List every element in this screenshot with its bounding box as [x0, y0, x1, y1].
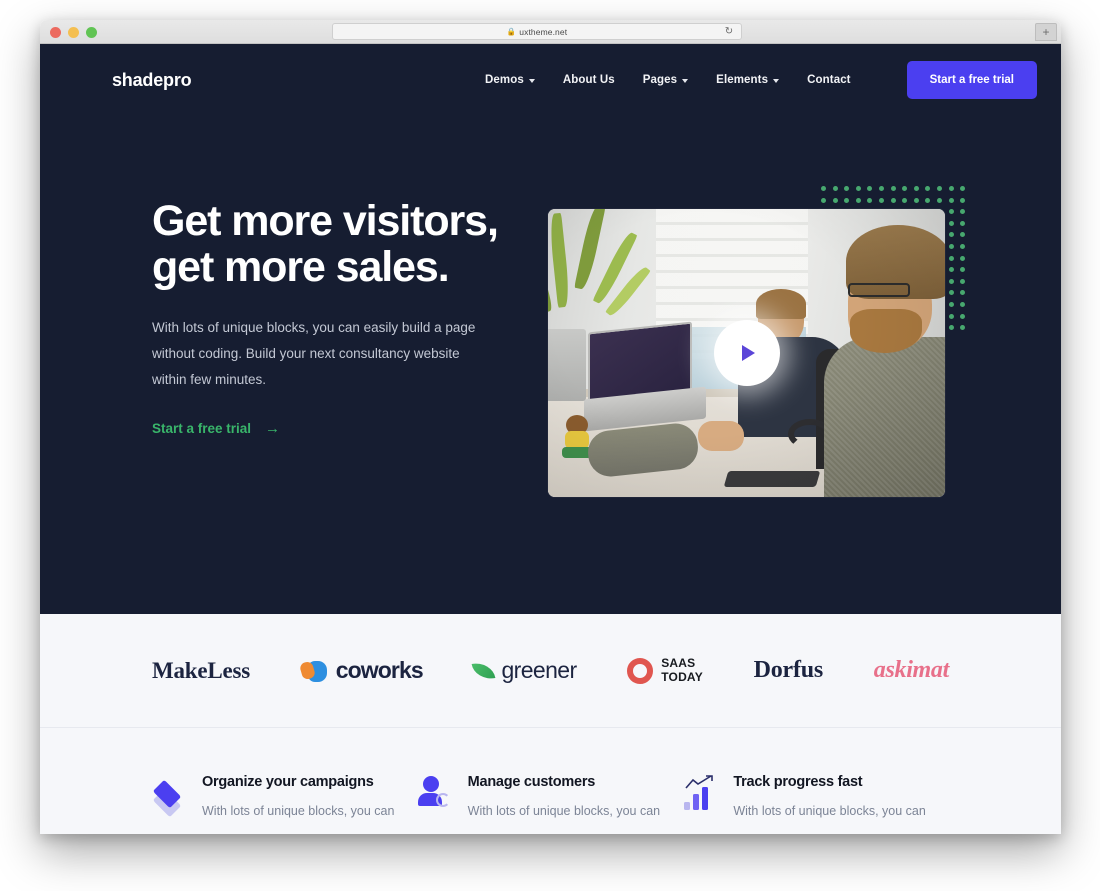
client-logo-makeless[interactable]: MakeLess	[152, 658, 250, 684]
feature-body: Organize your campaigns With lots of uni…	[202, 774, 418, 834]
site-logo[interactable]: shadepro	[112, 70, 192, 91]
reload-icon[interactable]: ↻	[723, 26, 735, 38]
feature-title: Organize your campaigns	[202, 774, 374, 790]
hero-subtitle: With lots of unique blocks, you can easi…	[152, 320, 476, 387]
close-window-button[interactable]	[50, 27, 61, 38]
client-logos-band: MakeLess coworks greener SAAS TODAY Dorf…	[40, 614, 1061, 728]
header-start-free-trial-button[interactable]: Start a free trial	[906, 61, 1037, 99]
waving-hands-icon	[298, 659, 329, 683]
leaf-icon	[472, 659, 496, 682]
client-logo-greener[interactable]: greener	[472, 657, 577, 684]
client-logo-coworks-label: coworks	[335, 657, 424, 683]
hero-cta-label: Start a free trial	[152, 420, 252, 436]
client-logo-coworks[interactable]: coworks	[298, 657, 424, 684]
saas-line-2: TODAY	[661, 669, 703, 684]
play-triangle	[742, 345, 755, 361]
feature-track-progress: Track progress fast With lots of unique …	[683, 774, 949, 834]
feature-body: Track progress fast With lots of unique …	[733, 774, 949, 834]
maximize-window-button[interactable]	[86, 27, 97, 38]
play-icon[interactable]	[713, 320, 780, 386]
nav-item-pages[interactable]: Pages	[642, 74, 689, 86]
minimize-window-button[interactable]	[68, 27, 79, 38]
nav-item-demos[interactable]: Demos	[485, 74, 535, 86]
hero-text-column: Get more visitors, get more sales. With …	[152, 116, 544, 438]
client-logos-row: MakeLess coworks greener SAAS TODAY Dorf…	[40, 656, 1061, 684]
traffic-lights	[50, 27, 97, 38]
feature-organize-campaigns: Organize your campaigns With lots of uni…	[152, 774, 418, 834]
nav-item-elements[interactable]: Elements	[716, 74, 780, 86]
feature-title: Track progress fast	[733, 774, 863, 790]
nav-item-contact-label: Contact	[807, 74, 851, 86]
hero-heading-line-2: get more sales.	[152, 243, 450, 291]
feature-description: With lots of unique blocks, you can	[202, 804, 395, 818]
address-bar[interactable]: 🔒 uxtheme.net ↻	[332, 23, 742, 40]
feature-body: Manage customers With lots of unique blo…	[468, 774, 684, 834]
layers-diamond-icon	[152, 774, 186, 818]
chevron-down-icon	[528, 78, 535, 83]
client-logo-askimat-label: askimat	[873, 657, 950, 683]
client-logo-dorfus[interactable]: Dorfus	[753, 657, 824, 684]
client-logo-askimat[interactable]: askimat	[873, 657, 950, 684]
url-text-group: 🔒 uxtheme.net	[507, 27, 567, 37]
url-value: uxtheme.net	[519, 26, 568, 37]
client-logo-saas-today[interactable]: SAAS TODAY	[627, 656, 703, 684]
client-logo-dorfus-label: Dorfus	[753, 657, 824, 683]
chevron-down-icon	[773, 78, 780, 83]
bar-chart-trend-icon	[683, 774, 717, 812]
browser-window: 🔒 uxtheme.net ↻ + shadepro Demos About U…	[40, 20, 1061, 834]
hero-heading: Get more visitors, get more sales.	[152, 198, 544, 290]
client-logo-makeless-label: MakeLess	[152, 657, 251, 683]
browser-chrome-bar: 🔒 uxtheme.net ↻ +	[40, 20, 1061, 44]
feature-description: With lots of unique blocks, you can	[467, 804, 661, 818]
feature-description: With lots of unique blocks, you can	[733, 804, 926, 818]
hero-video-thumbnail[interactable]	[548, 209, 945, 497]
arrow-right-icon: →	[265, 419, 281, 437]
nav-item-about-us-label: About Us	[562, 74, 615, 86]
feature-manage-customers: Manage customers With lots of unique blo…	[417, 774, 684, 834]
new-tab-button[interactable]: +	[1035, 23, 1057, 41]
chevron-down-icon	[682, 78, 689, 83]
client-logo-saas-today-label: SAAS TODAY	[661, 656, 703, 684]
nav-item-demos-label: Demos	[485, 74, 524, 86]
saas-line-1: SAAS	[661, 656, 696, 671]
site-navbar: shadepro Demos About Us Pages Elements C…	[40, 44, 1061, 116]
hero-section: shadepro Demos About Us Pages Elements C…	[40, 44, 1061, 614]
lock-icon: 🔒	[506, 27, 517, 36]
user-sync-icon	[417, 774, 452, 812]
feature-title: Manage customers	[467, 774, 596, 790]
features-section: Organize your campaigns With lots of uni…	[40, 728, 1061, 834]
hero-start-free-trial-link[interactable]: Start a free trial →	[152, 421, 280, 436]
ring-icon	[627, 657, 654, 684]
hero-heading-line-1: Get more visitors,	[152, 197, 499, 245]
nav-links: Demos About Us Pages Elements Contact St…	[485, 61, 1037, 99]
nav-item-about-us[interactable]: About Us	[563, 74, 615, 86]
nav-item-elements-label: Elements	[716, 74, 769, 86]
trend-arrow-icon	[685, 775, 714, 789]
nav-item-contact[interactable]: Contact	[807, 74, 851, 86]
nav-item-pages-label: Pages	[642, 74, 678, 86]
page-viewport: shadepro Demos About Us Pages Elements C…	[40, 44, 1061, 834]
client-logo-greener-label: greener	[501, 657, 577, 683]
